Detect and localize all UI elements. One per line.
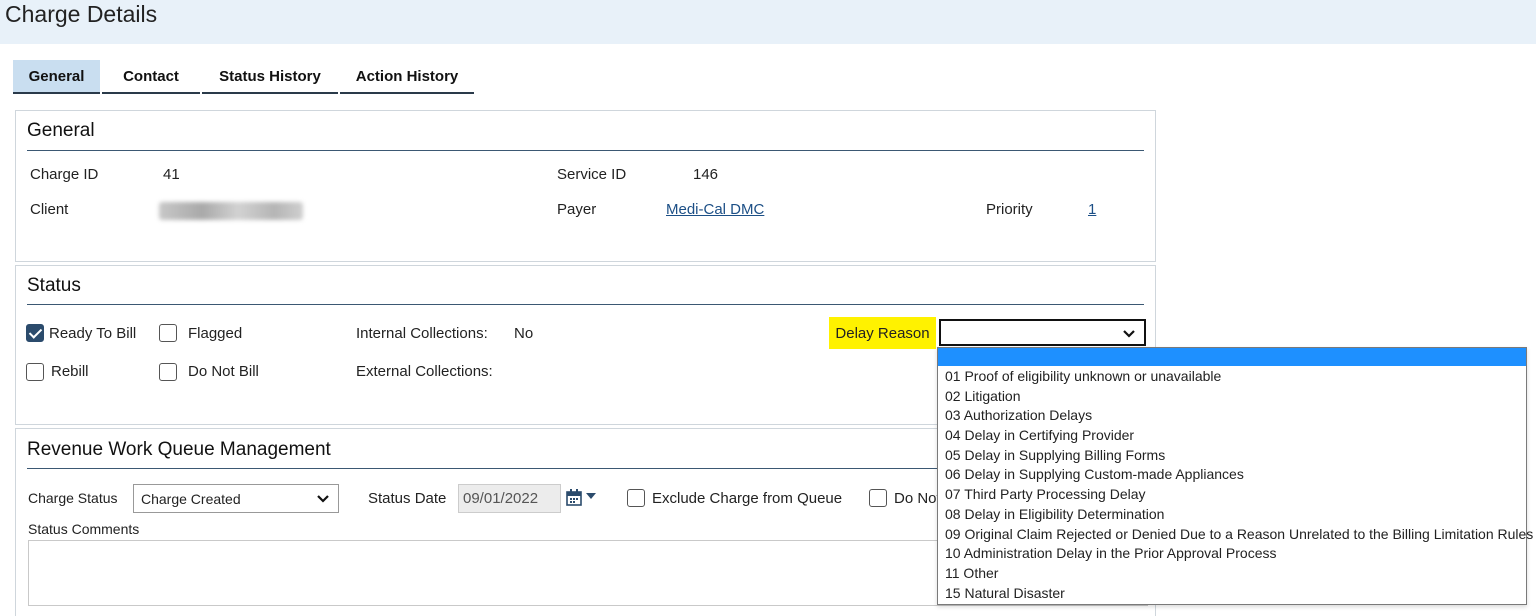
payer-link[interactable]: Medi-Cal DMC (666, 201, 764, 218)
delay-reason-option[interactable]: 08 Delay in Eligibility Determination (945, 506, 1164, 522)
client-label: Client (30, 201, 69, 218)
payer-label: Payer (557, 201, 597, 218)
charge-status-selected: Charge Created (141, 491, 241, 507)
tab-general[interactable]: General (13, 60, 100, 94)
delay-reason-option[interactable]: 01 Proof of eligibility unknown or unava… (945, 368, 1221, 384)
calendar-icon[interactable] (566, 489, 582, 506)
tab-contact[interactable]: Contact (102, 60, 200, 94)
do-not-checkbox[interactable] (869, 489, 887, 507)
delay-reason-option[interactable]: 10 Administration Delay in the Prior App… (945, 545, 1277, 561)
delay-reason-option[interactable]: 07 Third Party Processing Delay (945, 486, 1146, 502)
delay-reason-select[interactable] (939, 319, 1146, 346)
service-id-value: 146 (693, 166, 719, 183)
delay-reason-option[interactable]: 09 Original Claim Rejected or Denied Due… (945, 526, 1533, 542)
external-collections-label: External Collections: (356, 363, 493, 380)
do-not-bill-label: Do Not Bill (188, 363, 259, 380)
page-title: Charge Details (5, 1, 158, 27)
general-section-title: General (27, 120, 95, 141)
ready-to-bill-label: Ready To Bill (49, 325, 137, 342)
chevron-down-icon (1123, 330, 1135, 338)
do-not-bill-checkbox[interactable] (159, 363, 177, 381)
do-not-label: Do Not (894, 490, 941, 507)
priority-link[interactable]: 1 (1088, 201, 1096, 218)
status-section-title: Status (27, 275, 81, 296)
general-divider (27, 150, 1144, 151)
calendar-dropdown-icon[interactable] (586, 493, 596, 500)
delay-reason-label: Delay Reason (829, 317, 936, 349)
revenue-section-title: Revenue Work Queue Management (27, 439, 331, 460)
chevron-down-icon (317, 495, 329, 503)
charge-id-value: 41 (163, 166, 180, 183)
flagged-checkbox[interactable] (159, 324, 177, 342)
status-comments-label: Status Comments (28, 521, 140, 537)
rebill-checkbox[interactable] (26, 363, 44, 381)
ready-to-bill-checkbox[interactable] (26, 324, 44, 342)
flagged-label: Flagged (188, 325, 243, 342)
tab-status-history[interactable]: Status History (202, 60, 338, 94)
general-panel: General Charge ID 41 Service ID 146 Clie… (15, 110, 1156, 262)
rebill-label: Rebill (51, 363, 89, 380)
delay-reason-option[interactable]: 06 Delay in Supplying Custom-made Applia… (945, 466, 1244, 482)
client-name-redacted (159, 202, 303, 220)
delay-reason-option[interactable]: 05 Delay in Supplying Billing Forms (945, 447, 1165, 463)
charge-id-label: Charge ID (30, 166, 99, 183)
exclude-charge-checkbox[interactable] (627, 489, 645, 507)
status-date-input[interactable]: 09/01/2022 (458, 484, 561, 513)
priority-label: Priority (986, 201, 1033, 218)
delay-reason-option[interactable]: 02 Litigation (945, 388, 1021, 404)
exclude-charge-label: Exclude Charge from Queue (652, 490, 843, 507)
delay-reason-option-blank[interactable] (938, 348, 1526, 366)
tab-action-history[interactable]: Action History (340, 60, 474, 94)
internal-collections-value: No (514, 325, 534, 342)
status-date-label: Status Date (368, 490, 447, 507)
delay-reason-dropdown-list[interactable]: 01 Proof of eligibility unknown or unava… (937, 347, 1533, 605)
delay-reason-option[interactable]: 15 Natural Disaster (945, 585, 1065, 601)
service-id-label: Service ID (557, 166, 627, 183)
charge-status-label: Charge Status (28, 490, 118, 506)
header-bar: Charge Details (0, 0, 1536, 44)
delay-reason-option[interactable]: 11 Other (945, 565, 998, 581)
status-divider (27, 304, 1144, 305)
delay-reason-option[interactable]: 04 Delay in Certifying Provider (945, 427, 1134, 443)
charge-status-select[interactable]: Charge Created (133, 484, 339, 513)
delay-reason-option[interactable]: 03 Authorization Delays (945, 407, 1092, 423)
internal-collections-label: Internal Collections: (356, 325, 488, 342)
